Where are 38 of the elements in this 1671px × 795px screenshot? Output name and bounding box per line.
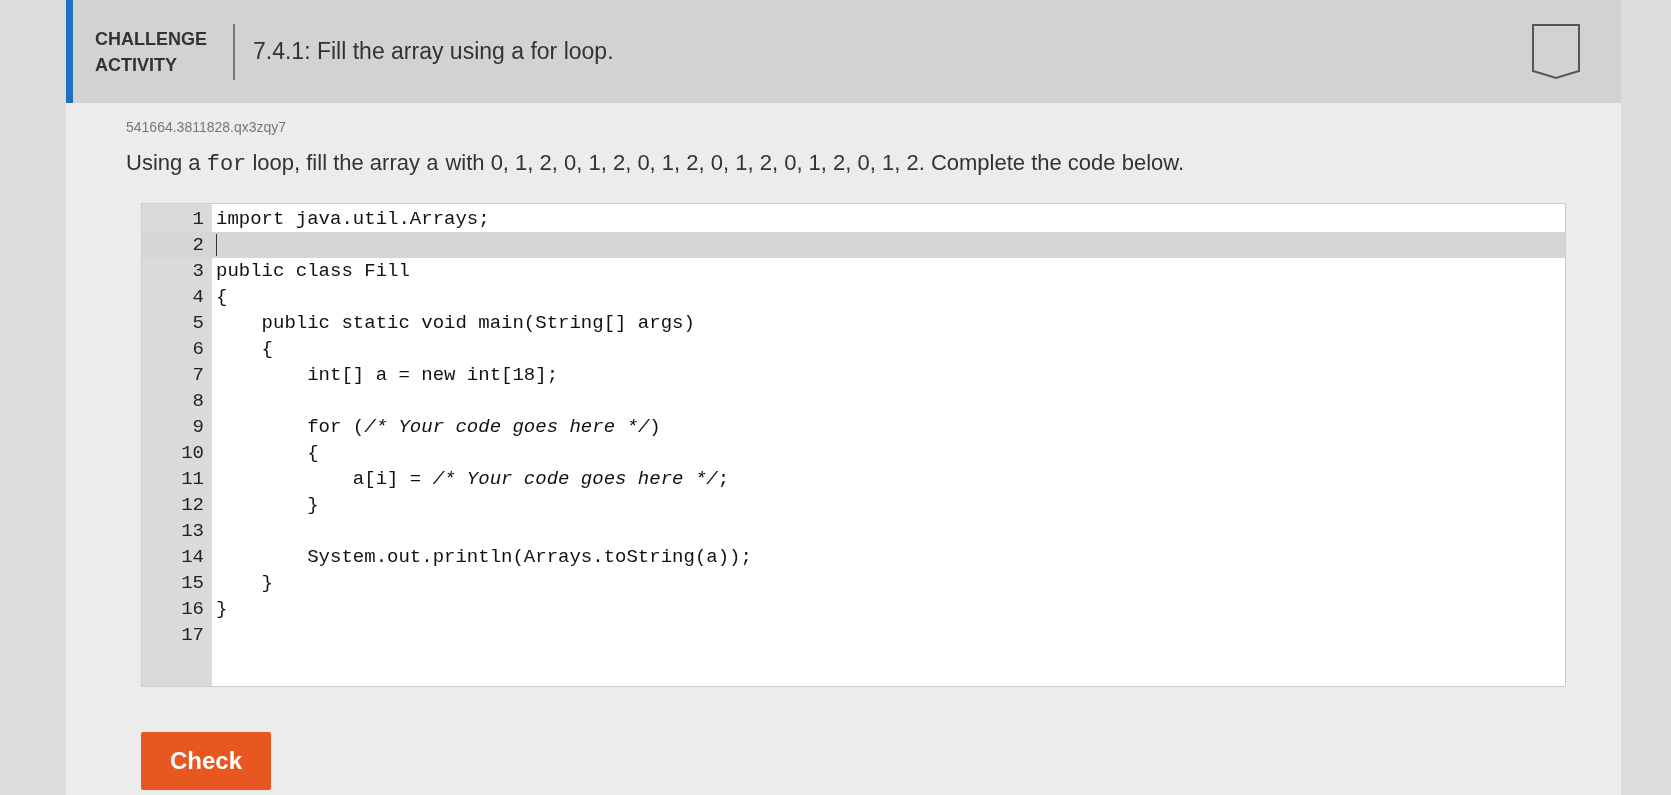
line-number: 12 xyxy=(180,492,204,518)
line-number: 16 xyxy=(180,596,204,622)
line-number: 17 xyxy=(180,622,204,648)
line-number: 9 xyxy=(191,414,204,440)
code-line: System.out.println(Arrays.toString(a)); xyxy=(306,544,752,570)
line-number: 11 xyxy=(180,466,204,492)
line-number: 15 xyxy=(180,570,204,596)
code-line: } xyxy=(306,492,319,518)
bookmark-icon[interactable] xyxy=(1531,23,1581,80)
activity-label: ACTIVITY xyxy=(95,53,178,77)
code-line: for (/* Your code goes here */) xyxy=(306,414,661,440)
line-number: 10 xyxy=(180,440,204,466)
code-line: } xyxy=(260,570,273,596)
code-line: public class Fill xyxy=(216,258,410,284)
line-number: 8 xyxy=(191,388,204,414)
code-line: public static void main(String[] args) xyxy=(260,310,695,336)
code-line: int[] a = new int[18]; xyxy=(306,362,559,388)
line-number: 3 xyxy=(191,258,204,284)
line-number: 2 xyxy=(191,232,204,258)
code-line: { xyxy=(216,284,228,310)
line-number: 6 xyxy=(191,336,204,362)
activity-label: CHALLENGE xyxy=(95,27,208,51)
line-number: 7 xyxy=(191,362,204,388)
instructions-text: Using a for loop, fill the array a with 0, 1, 2, 0, 1, 2, 0, 1, 2, 0, 1, 2, 0, 1, 2, 0, 1, 2. Complete the code below. xyxy=(126,149,1186,179)
code-line: { xyxy=(306,440,319,466)
code-line: a[i] = /* Your code goes here */; xyxy=(351,466,730,492)
activity-title: 7.4.1: Fill the array using a for loop. xyxy=(253,37,614,67)
text-cursor xyxy=(216,234,217,256)
line-number: 14 xyxy=(180,544,204,570)
code-line: import java.util.Arrays; xyxy=(216,206,490,232)
activity-id: 541664.3811828.qx3zqy7 xyxy=(126,118,288,137)
line-number: 1 xyxy=(191,206,204,232)
line-number: 4 xyxy=(191,284,204,310)
code-line: } xyxy=(216,596,228,622)
line-number: 13 xyxy=(180,518,204,544)
code-line: { xyxy=(260,336,273,362)
check-button[interactable]: Check xyxy=(141,732,271,790)
line-number: 5 xyxy=(191,310,204,336)
